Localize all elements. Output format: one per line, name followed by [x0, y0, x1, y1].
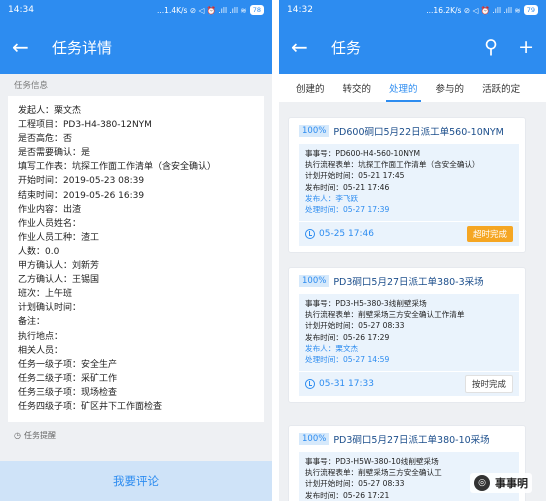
- task-info-line: 是否需要确认：是: [18, 148, 91, 159]
- task-title: PD3硐口5月27日派工单380-3采场: [333, 277, 484, 288]
- section-title-task-info: 任务信息: [0, 74, 272, 96]
- task-info-line: 作业人员姓名：: [18, 218, 82, 229]
- watermark-text: 事事明: [495, 477, 528, 490]
- task-info-line: 班次：上午班: [18, 289, 73, 300]
- task-info-line: 任务二级子项：采矿工作: [18, 373, 118, 384]
- status-bar: 14:32 ...16.2K/s ⊘ ◁ ⏰ .ıll .ıll ≋ 79: [279, 0, 546, 20]
- task-tabs: 创建的 转交的 处理的 参与的 活跃的定: [279, 74, 546, 102]
- clock-icon: [305, 229, 315, 240]
- task-info-line: 作业人员工种：渣工: [18, 232, 100, 243]
- task-line: 计划开始时间：05-27 08:33: [305, 321, 405, 331]
- network-speed: ...1.4K/s ⊘ ◁ ⏰ .ıll .ıll ≋: [157, 5, 247, 15]
- task-header: 100% PD3硐口5月27日派工单380-3采场: [299, 274, 519, 288]
- battery-icon: 78: [249, 5, 264, 15]
- task-info-line: 是否高危：否: [18, 134, 73, 145]
- tab-transferred[interactable]: 转交的: [334, 74, 381, 102]
- task-info-card: 发起人：栗文杰工程项目：PD3-H4-380-12NYM 是否高危：否是否需要确认…: [8, 96, 264, 423]
- page-title: 任务详情: [52, 38, 113, 57]
- task-info-line: 乙方确认人：王锡国: [18, 275, 100, 286]
- watermark: ◎ 事事明: [470, 473, 532, 493]
- app-bar: ← 任务 ⚲ +: [279, 20, 546, 74]
- tab-handled[interactable]: 处理的: [380, 74, 427, 102]
- status-indicators: ...1.4K/s ⊘ ◁ ⏰ .ıll .ıll ≋ 78: [157, 5, 264, 15]
- task-list-screen: 14:32 ...16.2K/s ⊘ ◁ ⏰ .ıll .ıll ≋ 79 ← …: [279, 0, 546, 501]
- task-info-line: 执行地点：: [18, 331, 64, 342]
- task-footer: 05-25 17:46 超时完成: [299, 222, 519, 247]
- task-line: 事事号：PD3-H5W-380-10线削壁采场: [305, 457, 439, 466]
- task-due-time: 05-31 17:33: [319, 379, 374, 390]
- add-icon[interactable]: +: [518, 36, 534, 58]
- status-time: 14:32: [287, 5, 313, 15]
- task-progress-badge: 100%: [299, 275, 330, 287]
- tab-created[interactable]: 创建的: [287, 74, 334, 102]
- task-due-time: 05-25 17:46: [319, 229, 374, 240]
- tab-participated[interactable]: 参与的: [427, 74, 474, 102]
- task-info-line: 发起人：栗文杰: [18, 106, 82, 116]
- task-progress-badge: 100%: [299, 433, 330, 445]
- task-detail-screen: 14:34 ...1.4K/s ⊘ ◁ ⏰ .ıll .ıll ≋ 78 ← 任…: [0, 0, 272, 501]
- tab-active[interactable]: 活跃的定: [473, 74, 529, 102]
- status-time: 14:34: [8, 5, 34, 15]
- search-icon[interactable]: ⚲: [484, 36, 498, 58]
- task-handled-time: 处理时间：05-27 17:39: [305, 205, 390, 215]
- task-card[interactable]: 100% PD3硐口5月27日派工单380-3采场 事事号：PD3-H5-380…: [289, 268, 525, 403]
- task-header: 100% PD3硐口5月27日派工单380-10采场: [299, 432, 519, 446]
- task-details: 事事号：PD600-H4-560-10NYM 执行流程表单：坑探工作面工作清单（…: [299, 144, 519, 222]
- task-line: 发布时间：05-26 17:29: [305, 332, 390, 342]
- task-publisher: 发布人：栗文杰: [305, 343, 359, 353]
- task-due: 05-31 17:33: [305, 379, 374, 390]
- task-info-line: 人数：0.0: [18, 246, 60, 257]
- task-info-line: 计划确认时间：: [18, 303, 82, 314]
- task-line: 计划开始时间：05-21 17:45: [305, 171, 405, 181]
- task-info-line: 开始时间：2019-05-23 08:39: [18, 176, 145, 187]
- status-badge: 按时完成: [464, 375, 513, 394]
- task-details: 事事号：PD3-H5-380-3线削壁采场 执行流程表单：削壁采场三方安全确认工…: [299, 294, 519, 372]
- task-progress-badge: 100%: [299, 125, 330, 137]
- app-bar: ← 任务详情: [0, 20, 272, 74]
- task-due: 05-25 17:46: [305, 229, 374, 240]
- task-info-line: 填写工作表：坑探工作面工作清单（含安全确认）: [18, 162, 217, 173]
- task-title: PD3硐口5月27日派工单380-10采场: [333, 435, 490, 446]
- task-info-line: 甲方确认人：刘新芳: [18, 261, 100, 272]
- battery-icon: 79: [523, 5, 538, 15]
- page-title: 任务: [331, 38, 362, 57]
- clock-icon: ◷: [14, 431, 21, 441]
- task-line: 事事号：PD3-H5-380-3线削壁采场: [305, 299, 427, 308]
- status-bar: 14:34 ...1.4K/s ⊘ ◁ ⏰ .ıll .ıll ≋ 78: [0, 0, 272, 20]
- task-title: PD600硐口5月22日派工单560-10NYM: [333, 127, 504, 138]
- task-info-line: 结束时间：2019-05-26 16:39: [18, 190, 145, 201]
- task-info-line: 任务三级子项：现场检查: [18, 387, 118, 398]
- task-line: 发布时间：05-21 17:46: [305, 182, 390, 192]
- clock-icon: [305, 379, 315, 390]
- task-line: 执行流程表单：削壁采场三方安全确认工作清单: [305, 310, 465, 320]
- task-reminder-section: ◷ 任务提醒: [0, 422, 272, 449]
- task-info-line: 任务一级子项：安全生产: [18, 359, 118, 370]
- task-header: 100% PD600硐口5月22日派工单560-10NYM: [299, 124, 519, 138]
- comment-button[interactable]: 我要评论: [0, 461, 272, 501]
- task-info-line: 相关人员：: [18, 345, 64, 356]
- back-arrow-icon[interactable]: ←: [291, 35, 315, 59]
- task-card[interactable]: 100% PD600硐口5月22日派工单560-10NYM 事事号：PD600-…: [289, 118, 525, 253]
- task-line: 事事号：PD600-H4-560-10NYM: [305, 149, 421, 158]
- task-info-line: 备注：: [18, 317, 46, 328]
- task-reminder-label: 任务提醒: [23, 431, 56, 441]
- status-badge: 超时完成: [466, 226, 513, 243]
- network-speed: ...16.2K/s ⊘ ◁ ⏰ .ıll .ıll ≋: [426, 5, 521, 15]
- status-indicators: ...16.2K/s ⊘ ◁ ⏰ .ıll .ıll ≋ 79: [426, 5, 538, 15]
- back-arrow-icon[interactable]: ←: [12, 35, 36, 59]
- task-info-line: 任务四级子项：矿区井下工作面检查: [18, 401, 163, 412]
- task-info-line: 作业内容：出渣: [18, 204, 82, 215]
- task-line: 执行流程表单：坑探工作面工作清单（含安全确认）: [305, 160, 480, 170]
- task-info-line: 工程项目：PD3-H4-380-12NYM: [18, 120, 152, 131]
- task-handled-time: 处理时间：05-27 14:59: [305, 355, 390, 365]
- task-publisher: 发布人：李飞跃: [305, 193, 359, 203]
- wechat-logo-icon: ◎: [474, 475, 490, 491]
- task-footer: 05-31 17:33 按时完成: [299, 372, 519, 397]
